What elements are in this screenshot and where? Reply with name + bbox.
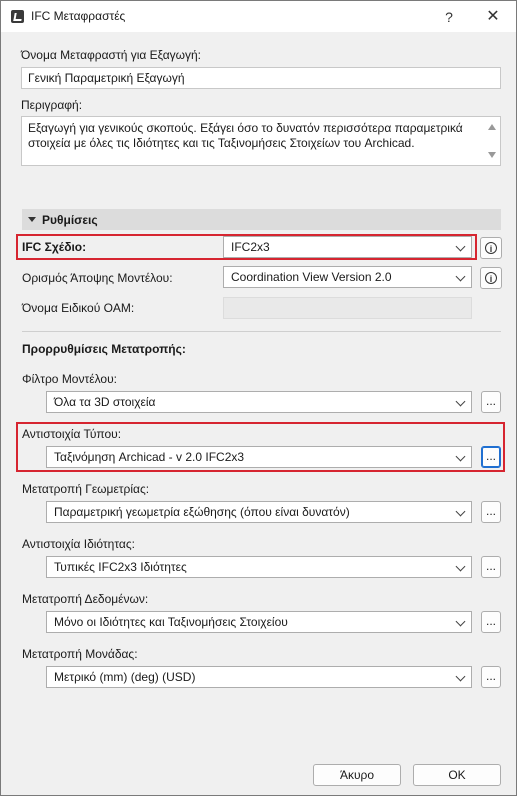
description-text: Εξαγωγή για γενικούς σκοπούς. Εξάγει όσο… bbox=[28, 121, 463, 150]
model-view-value: Coordination View Version 2.0 bbox=[231, 270, 392, 284]
chevron-down-icon bbox=[455, 561, 466, 572]
ifc-schema-select[interactable]: IFC2x3 bbox=[223, 236, 472, 258]
ifc-translators-dialog: IFC Μεταφραστές ? ✕ Όνομα Μεταφραστή για… bbox=[0, 0, 517, 796]
description-label: Περιγραφή: bbox=[21, 98, 83, 112]
model-view-select[interactable]: Coordination View Version 2.0 bbox=[223, 266, 472, 288]
help-button[interactable]: ? bbox=[437, 7, 461, 27]
presets-header: Προρρυθμίσεις Μετατροπής: bbox=[22, 342, 186, 356]
model-filter-label: Φίλτρο Μοντέλου: bbox=[22, 372, 117, 386]
info-icon: i bbox=[485, 272, 497, 284]
property-mapping-more-button[interactable]: ... bbox=[481, 556, 501, 578]
oam-name-field bbox=[223, 297, 472, 319]
geometry-conversion-label: Μετατροπή Γεωμετρίας: bbox=[22, 482, 150, 496]
unit-conversion-more-button[interactable]: ... bbox=[481, 666, 501, 688]
chevron-down-icon bbox=[455, 671, 466, 682]
info-icon: i bbox=[485, 242, 497, 254]
data-conversion-label: Μετατροπή Δεδομένων: bbox=[22, 592, 149, 606]
unit-conversion-label: Μετατροπή Μονάδας: bbox=[22, 647, 138, 661]
model-filter-more-button[interactable]: ... bbox=[481, 391, 501, 413]
model-view-info-button[interactable]: i bbox=[480, 267, 502, 289]
geometry-conversion-more-button[interactable]: ... bbox=[481, 501, 501, 523]
export-name-label: Όνομα Μεταφραστή για Εξαγωγή: bbox=[21, 48, 202, 62]
type-mapping-more-button[interactable]: ... bbox=[481, 446, 501, 468]
data-conversion-more-button[interactable]: ... bbox=[481, 611, 501, 633]
model-filter-select[interactable]: Όλα τα 3D στοιχεία bbox=[46, 391, 472, 413]
geometry-conversion-select[interactable]: Παραμετρική γεωμετρία εξώθησης (όπου είν… bbox=[46, 501, 472, 523]
ifc-schema-label: IFC Σχέδιο: bbox=[22, 240, 87, 254]
archicad-app-icon bbox=[11, 10, 24, 23]
scroll-up-icon[interactable] bbox=[488, 124, 496, 130]
chevron-down-icon bbox=[455, 451, 466, 462]
property-mapping-select[interactable]: Τυπικές IFC2x3 Ιδιότητες bbox=[46, 556, 472, 578]
property-mapping-value: Τυπικές IFC2x3 Ιδιότητες bbox=[54, 560, 187, 574]
type-mapping-value: Ταξινόμηση Archicad - v 2.0 IFC2x3 bbox=[54, 450, 245, 464]
settings-section-header[interactable]: Ρυθμίσεις bbox=[22, 209, 501, 230]
ifc-schema-info-button[interactable]: i bbox=[480, 237, 502, 259]
chevron-down-icon bbox=[455, 506, 466, 517]
ifc-schema-value: IFC2x3 bbox=[231, 240, 270, 254]
chevron-down-icon bbox=[455, 271, 466, 282]
close-button[interactable]: ✕ bbox=[481, 7, 505, 27]
oam-name-label: Όνομα Ειδικού OAM: bbox=[22, 301, 135, 315]
geometry-conversion-value: Παραμετρική γεωμετρία εξώθησης (όπου είν… bbox=[54, 505, 350, 519]
data-conversion-select[interactable]: Μόνο οι Ιδιότητες και Ταξινομήσεις Στοιχ… bbox=[46, 611, 472, 633]
description-scrollbar[interactable] bbox=[485, 118, 499, 164]
property-mapping-label: Αντιστοιχία Ιδιότητας: bbox=[22, 537, 135, 551]
chevron-down-icon bbox=[455, 396, 466, 407]
data-conversion-value: Μόνο οι Ιδιότητες και Ταξινομήσεις Στοιχ… bbox=[54, 615, 288, 629]
section-divider bbox=[22, 331, 501, 332]
export-name-input[interactable]: Γενική Παραμετρική Εξαγωγή bbox=[21, 67, 501, 89]
settings-header-label: Ρυθμίσεις bbox=[42, 213, 98, 227]
description-textarea[interactable]: Εξαγωγή για γενικούς σκοπούς. Εξάγει όσο… bbox=[21, 116, 501, 166]
ok-button[interactable]: OK bbox=[413, 764, 501, 786]
unit-conversion-select[interactable]: Μετρικό (mm) (deg) (USD) bbox=[46, 666, 472, 688]
type-mapping-label: Αντιστοιχία Τύπου: bbox=[22, 427, 122, 441]
type-mapping-select[interactable]: Ταξινόμηση Archicad - v 2.0 IFC2x3 bbox=[46, 446, 472, 468]
window-title: IFC Μεταφραστές bbox=[31, 9, 126, 23]
model-filter-value: Όλα τα 3D στοιχεία bbox=[54, 395, 156, 409]
title-bar: IFC Μεταφραστές ? ✕ bbox=[1, 1, 516, 32]
unit-conversion-value: Μετρικό (mm) (deg) (USD) bbox=[54, 670, 196, 684]
collapse-triangle-icon[interactable] bbox=[28, 217, 36, 222]
chevron-down-icon bbox=[455, 241, 466, 252]
cancel-button[interactable]: Άκυρο bbox=[313, 764, 401, 786]
chevron-down-icon bbox=[455, 616, 466, 627]
model-view-label: Ορισμός Άποψης Μοντέλου: bbox=[22, 271, 173, 285]
scroll-down-icon[interactable] bbox=[488, 152, 496, 158]
